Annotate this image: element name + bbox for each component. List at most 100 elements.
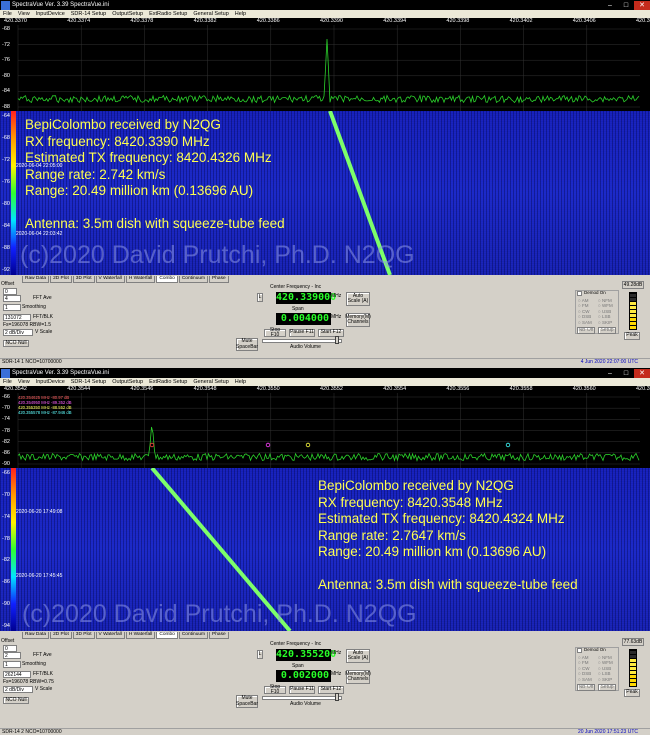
center-frequency-display[interactable]: 420.355200 xyxy=(276,649,336,661)
demod-mode-lsb[interactable]: ○ LSB xyxy=(598,671,610,676)
waterfall-display[interactable]: 2020-06-04 22:05:00 2020-06-04 22:03:42 … xyxy=(0,111,650,275)
menu-item-view[interactable]: View xyxy=(15,379,33,385)
maximize-button[interactable]: □ xyxy=(618,1,634,10)
tab-3d-plot[interactable]: 3D Plot xyxy=(72,632,95,639)
mute-button[interactable]: Mute SpaceBar xyxy=(236,338,258,351)
volume-knob[interactable] xyxy=(335,693,339,701)
demod-mode-sam[interactable]: ○ SAM xyxy=(578,677,592,682)
demod-mode-wfm[interactable]: ○ WFM xyxy=(598,660,613,665)
menu-item-sdr-14-setup[interactable]: SDR-14 Setup xyxy=(68,379,109,385)
demod-mode-sam[interactable]: ○ SAM xyxy=(578,320,592,325)
demod-mode-am[interactable]: ○ AM xyxy=(578,298,588,303)
fft-size-field[interactable]: 262144 xyxy=(3,671,31,678)
menu-item-file[interactable]: File xyxy=(0,379,15,385)
span-display[interactable]: 0.002000 xyxy=(276,670,331,682)
menu-item-sdr-14-setup[interactable]: SDR-14 Setup xyxy=(68,11,109,17)
demod-mode-cw[interactable]: ○ CW xyxy=(578,309,589,314)
tab-3d-plot[interactable]: 3D Plot xyxy=(72,276,95,283)
demod-on-checkbox[interactable] xyxy=(577,648,582,653)
l-button[interactable]: L xyxy=(257,650,263,659)
tab-phase[interactable]: Phase xyxy=(209,632,229,639)
demod-on-checkbox[interactable] xyxy=(577,291,582,296)
setup-button[interactable]: Setup xyxy=(598,327,616,334)
memory-channels-button[interactable]: Memory(M) Channels xyxy=(345,313,371,327)
tab-combo[interactable]: Combo xyxy=(156,276,178,283)
minimize-button[interactable]: – xyxy=(602,1,618,10)
demod-mode-am[interactable]: ○ AM xyxy=(578,655,588,660)
tab-2d-plot[interactable]: 2D Plot xyxy=(50,632,72,639)
menu-item-file[interactable]: File xyxy=(0,11,15,17)
marker-icon[interactable] xyxy=(265,442,271,448)
tab-combo[interactable]: Combo xyxy=(156,632,178,639)
maximize-button[interactable]: □ xyxy=(618,369,634,378)
audio-volume-slider[interactable] xyxy=(262,693,342,701)
menu-item-general-setup[interactable]: General Setup xyxy=(190,11,231,17)
waterfall-display[interactable]: 2020-06-20 17:49:08 2020-06-20 17:45:45 … xyxy=(0,468,650,631)
smoothing-field[interactable]: 1 xyxy=(3,304,21,311)
smoothing-field[interactable]: 1 xyxy=(3,661,21,668)
close-button[interactable]: ✕ xyxy=(634,0,650,10)
nb-off-button[interactable]: NB Off xyxy=(577,327,595,334)
menu-item-outputsetup[interactable]: OutputSetup xyxy=(109,379,146,385)
minimize-button[interactable]: – xyxy=(602,369,618,378)
demod-mode-usb[interactable]: ○ USB xyxy=(598,666,611,671)
fft-ave-field[interactable]: 2 xyxy=(3,652,21,659)
demod-mode-fm[interactable]: ○ FM xyxy=(578,303,588,308)
tab-h-waterfall[interactable]: H Waterfall xyxy=(125,632,156,639)
offset-field[interactable]: 0 xyxy=(3,645,17,652)
peak-button[interactable]: Peak xyxy=(624,332,640,340)
close-button[interactable]: ✕ xyxy=(634,368,650,378)
tab-phase[interactable]: Phase xyxy=(209,276,229,283)
peak-button[interactable]: Peak xyxy=(624,689,640,697)
spectrum-plot[interactable]: -66 -70 -74 -78 -82 -86 -90 420.354625 MHz -80.… xyxy=(0,393,650,468)
pause-button[interactable]: Pause F11 xyxy=(289,329,315,337)
auto-scale-button[interactable]: Auto Scale (A) xyxy=(346,649,370,663)
spectrum-plot[interactable]: -68 -72 -76 -80 -84 -88 xyxy=(0,25,650,111)
setup-button[interactable]: Setup xyxy=(598,684,616,691)
pause-button[interactable]: Pause F11 xyxy=(289,686,315,694)
menu-item-extradio-setup[interactable]: ExtRadio Setup xyxy=(146,11,190,17)
l-button[interactable]: L xyxy=(257,293,263,302)
menu-item-outputsetup[interactable]: OutputSetup xyxy=(109,11,146,17)
nco-null-button[interactable]: NCO Null xyxy=(3,340,29,347)
marker-icon[interactable] xyxy=(149,442,155,448)
start-button[interactable]: Start F12 xyxy=(318,686,344,694)
marker-icon[interactable] xyxy=(505,442,511,448)
demod-mode-skip[interactable]: ○ SKIP xyxy=(598,320,612,325)
center-frequency-display[interactable]: 420.339000 xyxy=(276,292,336,304)
start-button[interactable]: Start F12 xyxy=(318,329,344,337)
nco-null-button[interactable]: NCO Null xyxy=(3,697,29,704)
demod-mode-lsb[interactable]: ○ LSB xyxy=(598,314,610,319)
tab-continuum[interactable]: Continuum xyxy=(178,276,209,283)
tab-continuum[interactable]: Continuum xyxy=(178,632,209,639)
demod-mode-cw[interactable]: ○ CW xyxy=(578,666,589,671)
vscale-select[interactable]: 2 dB/Div xyxy=(3,329,33,336)
marker-icon[interactable] xyxy=(305,442,311,448)
demod-mode-wfm[interactable]: ○ WFM xyxy=(598,303,613,308)
nb-off-button[interactable]: NB Off xyxy=(577,684,595,691)
tab-raw-data[interactable]: Raw Data xyxy=(22,632,50,639)
demod-mode-dsb[interactable]: ○ DSB xyxy=(578,671,591,676)
mute-button[interactable]: Mute SpaceBar xyxy=(236,695,258,708)
tab-h-waterfall[interactable]: H Waterfall xyxy=(125,276,156,283)
demod-mode-nfm[interactable]: ○ NFM xyxy=(598,655,612,660)
menu-item-help[interactable]: Help xyxy=(232,379,249,385)
stop-button[interactable]: Stop F10 xyxy=(264,327,286,338)
menu-item-extradio-setup[interactable]: ExtRadio Setup xyxy=(146,379,190,385)
tab-raw-data[interactable]: Raw Data xyxy=(22,276,50,283)
demod-mode-usb[interactable]: ○ USB xyxy=(598,309,611,314)
stop-button[interactable]: Stop F10 xyxy=(264,684,286,695)
offset-field[interactable]: 0 xyxy=(3,288,17,295)
volume-knob[interactable] xyxy=(335,336,339,344)
demod-mode-fm[interactable]: ○ FM xyxy=(578,660,588,665)
demod-mode-skip[interactable]: ○ SKIP xyxy=(598,677,612,682)
span-display[interactable]: 0.004000 xyxy=(276,313,331,325)
tab-v-waterfall[interactable]: V Waterfall xyxy=(95,276,125,283)
memory-channels-button[interactable]: Memory(M) Channels xyxy=(345,670,371,684)
audio-volume-slider[interactable] xyxy=(262,336,342,344)
menu-item-view[interactable]: View xyxy=(15,11,33,17)
demod-mode-nfm[interactable]: ○ NFM xyxy=(598,298,612,303)
fft-ave-field[interactable]: 4 xyxy=(3,295,21,302)
fft-size-field[interactable]: 131072 xyxy=(3,314,31,321)
auto-scale-button[interactable]: Auto Scale (A) xyxy=(346,292,370,306)
